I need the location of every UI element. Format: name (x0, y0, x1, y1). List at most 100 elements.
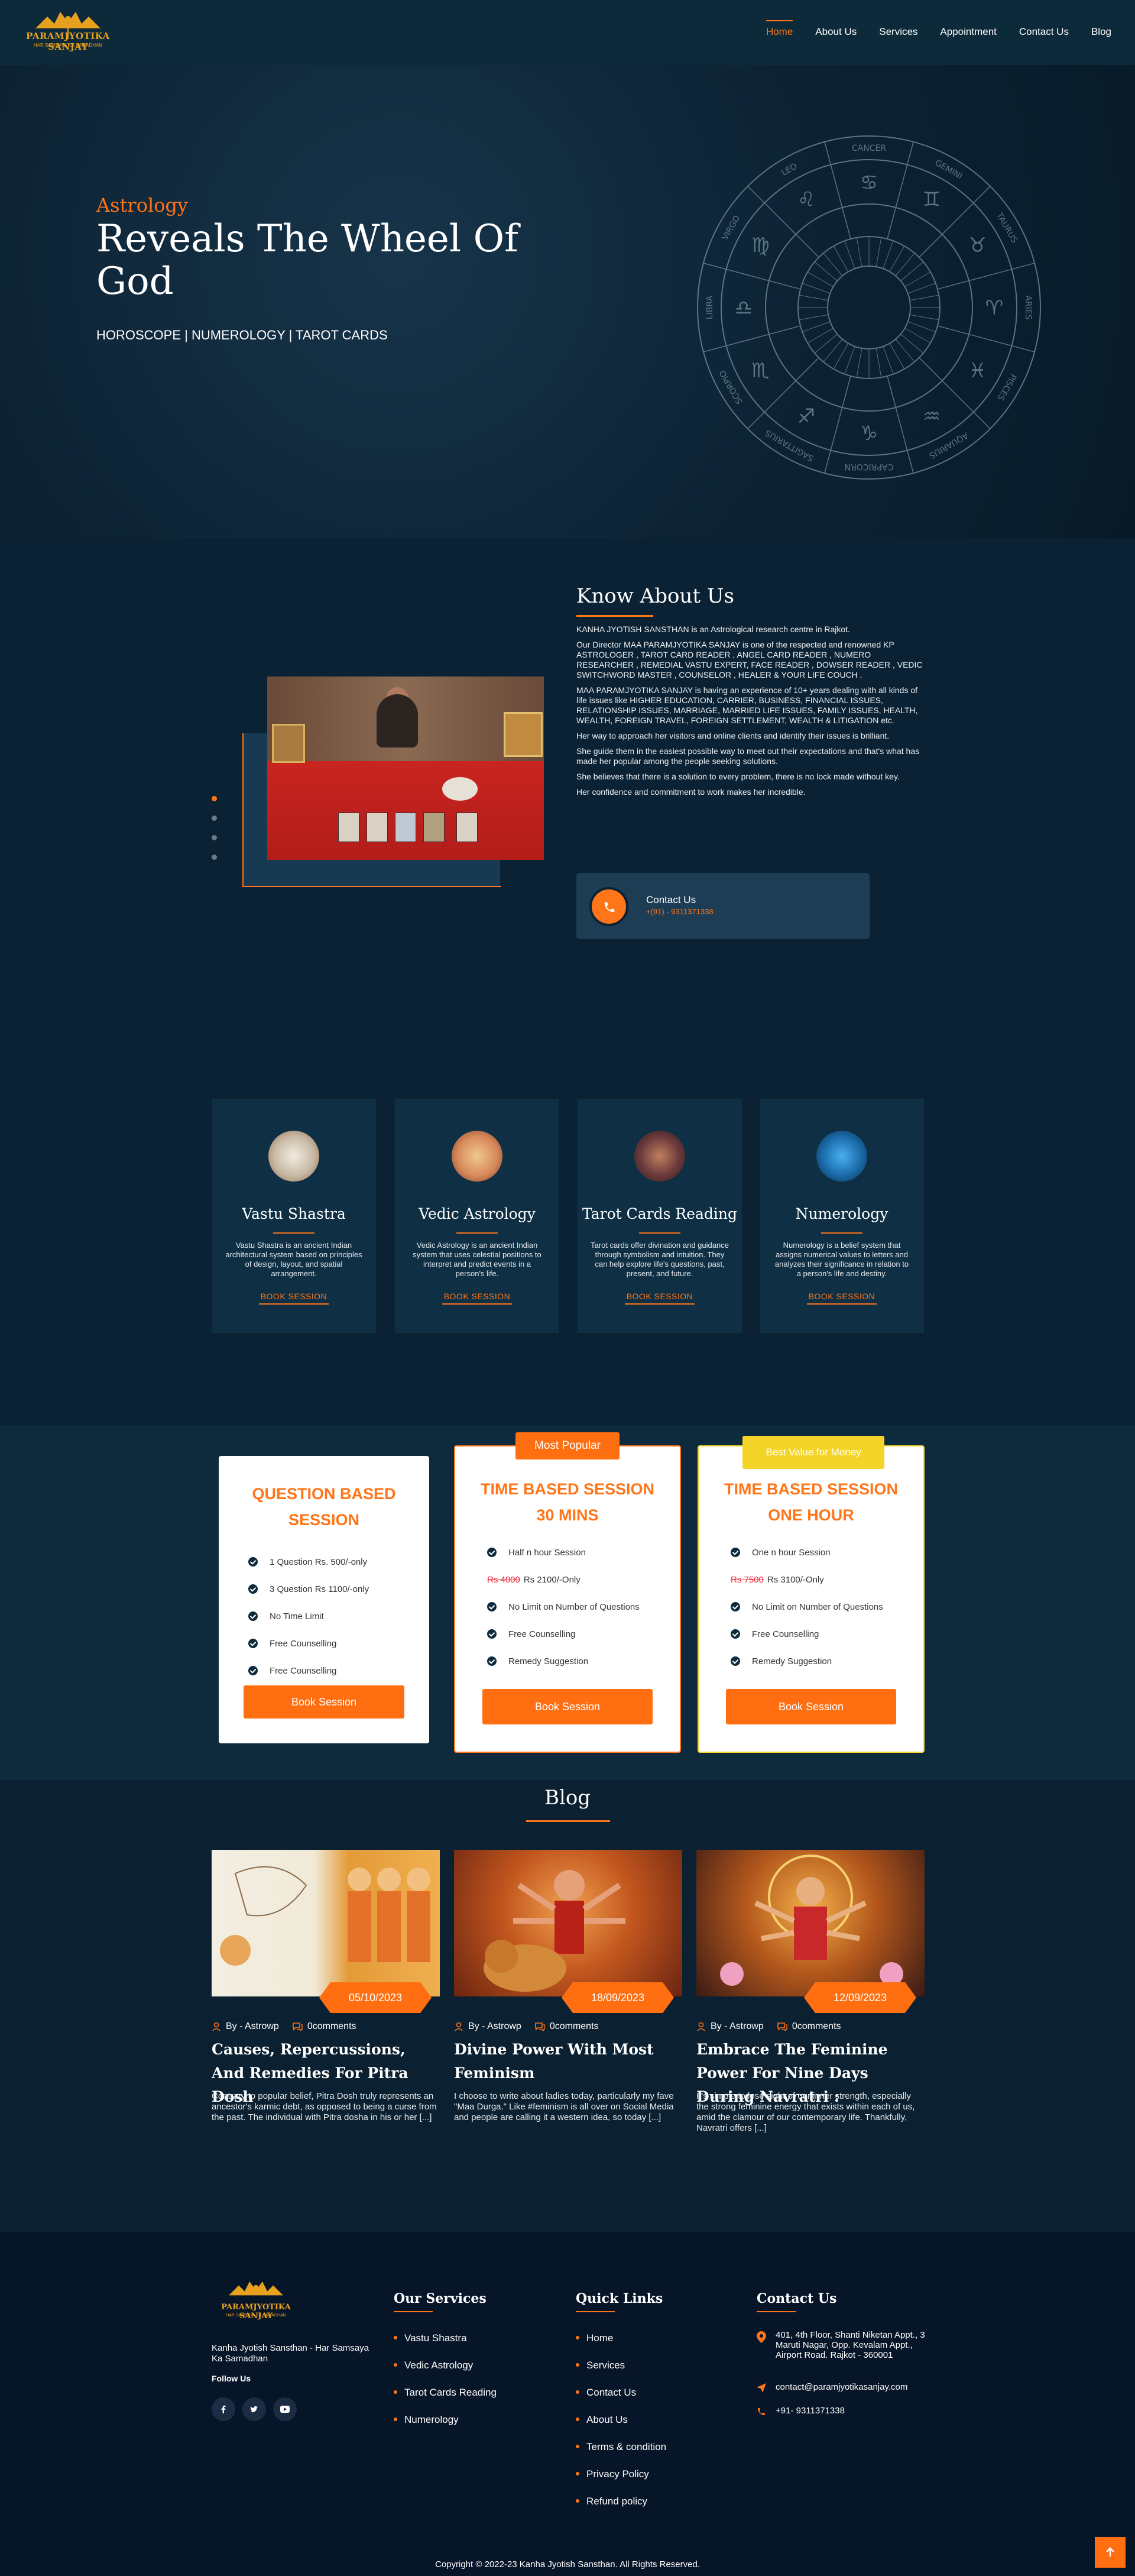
post-comments[interactable]: 0comments (550, 2021, 599, 2032)
feature-text: No Limit on Number of Questions (752, 1601, 883, 1612)
service-title: Tarot Cards Reading (582, 1205, 738, 1222)
phone-icon (758, 2408, 765, 2415)
book-session-link[interactable]: BOOK SESSION (395, 1292, 559, 1301)
zodiac-sign-label: LEO (780, 161, 799, 178)
feature-text: Remedy Suggestion (752, 1656, 832, 1666)
address-text: 401, 4th Floor, Shanti Niketan Appt., 3 … (776, 2330, 925, 2360)
book-session-button[interactable]: Book Session (726, 1689, 896, 1724)
wheel-spoke (887, 141, 914, 240)
tarot-cards-image (634, 1131, 685, 1182)
youtube-icon[interactable] (273, 2397, 297, 2421)
check-icon (487, 1602, 497, 1611)
nav-appointment[interactable]: Appointment (940, 26, 996, 38)
footer-link-about[interactable]: About Us (576, 2414, 666, 2441)
carousel-dot[interactable] (212, 815, 217, 821)
book-session-link[interactable]: BOOK SESSION (212, 1292, 376, 1301)
feature-item: No Time Limit (248, 1603, 369, 1630)
wheel-ray (799, 314, 829, 321)
feature-text: Rs 3100/-Only (767, 1574, 824, 1585)
title-underline (526, 1820, 610, 1822)
check-icon (248, 1557, 258, 1567)
post-author[interactable]: By - Astrowp (226, 2021, 279, 2032)
pricing-title: TIME BASED SESSION ONE HOUR (724, 1480, 899, 1524)
check-icon (487, 1656, 497, 1666)
footer-service-link[interactable]: Vastu Shastra (394, 2332, 497, 2360)
blog-title: Blog (544, 1786, 591, 1810)
title-underline (757, 2311, 796, 2312)
scroll-to-top-button[interactable] (1095, 2537, 1126, 2568)
feature-text: Free Counselling (270, 1638, 337, 1649)
footer-services-title: Our Services (394, 2291, 487, 2306)
contact-number[interactable]: +(91) - 9311371338 (646, 907, 714, 916)
zodiac-sign-label: AQUARIUS (928, 431, 969, 460)
carousel-dot[interactable] (212, 855, 217, 860)
contact-card[interactable]: Contact Us +(91) - 9311371338 (576, 873, 870, 939)
footer-link-contact[interactable]: Contact Us (576, 2387, 666, 2414)
post-author[interactable]: By - Astrowp (711, 2021, 764, 2032)
book-session-button[interactable]: Book Session (244, 1685, 404, 1719)
comments-icon (293, 2022, 303, 2031)
service-title-underline (273, 1232, 314, 1234)
check-icon (248, 1666, 258, 1675)
nav-home[interactable]: Home (766, 20, 793, 38)
zodiac-glyph-icon: ♍ (751, 234, 769, 257)
wheel-spoke (824, 376, 851, 474)
carousel-dot[interactable] (212, 796, 217, 801)
pricing-card-30min: TIME BASED SESSION 30 MINS Half n hour S… (454, 1445, 681, 1753)
footer-link-refund[interactable]: Refund policy (576, 2496, 666, 2523)
footer-link-terms[interactable]: Terms & condition (576, 2441, 666, 2468)
footer-phone[interactable]: +91- 9311371338 (757, 2406, 940, 2416)
feature-list: One n hour Session Rs 7500 Rs 3100/-Only … (731, 1539, 883, 1675)
footer-email[interactable]: contact@paramjyotikasanjay.com (757, 2382, 940, 2393)
zodiac-sign-label: ARIES (1023, 295, 1033, 319)
footer-link-services[interactable]: Services (576, 2360, 666, 2387)
carousel-dot[interactable] (212, 835, 217, 840)
zodiac-glyph-icon: ♉ (968, 234, 986, 257)
feature-item: Remedy Suggestion (731, 1648, 883, 1675)
hero-subtitle: HOROSCOPE | NUMEROLOGY | TAROT CARDS (96, 328, 388, 342)
director-photo (267, 677, 544, 860)
wheel-ray (909, 314, 939, 321)
post-excerpt: It's simple to lose sight of our inner s… (696, 2091, 915, 2133)
wheel-ray (907, 321, 936, 332)
post-comments[interactable]: 0comments (307, 2021, 356, 2032)
footer-link-home[interactable]: Home (576, 2332, 666, 2360)
nav-about-us[interactable]: About Us (815, 26, 857, 38)
old-price: Rs 7500 (731, 1574, 764, 1585)
post-excerpt: Contrary to popular belief, Pitra Dosh t… (212, 2091, 437, 2122)
book-session-link[interactable]: BOOK SESSION (578, 1292, 742, 1301)
footer-logo[interactable]: PARAMJYOTIKA SANJAY HAR SAMSAYA KA SAMAD… (212, 2276, 300, 2329)
twitter-icon[interactable] (242, 2397, 266, 2421)
book-session-link[interactable]: BOOK SESSION (760, 1292, 924, 1301)
about-paragraph: Her way to approach her visitors and onl… (576, 731, 890, 740)
post-meta: By - Astrowp 0comments (212, 2021, 356, 2032)
feature-text: Half n hour Session (508, 1547, 586, 1558)
footer-service-link[interactable]: Tarot Cards Reading (394, 2387, 497, 2414)
book-session-button[interactable]: Book Session (482, 1689, 653, 1724)
feature-item: Rs 4000 Rs 2100/-Only (487, 1566, 640, 1593)
wheel-ray (856, 237, 862, 267)
logo-emblem (229, 2281, 283, 2296)
facebook-icon[interactable] (212, 2397, 235, 2421)
footer-service-link[interactable]: Numerology (394, 2414, 497, 2441)
feature-list: Half n hour Session Rs 4000 Rs 2100/-Only… (487, 1539, 640, 1675)
email-text[interactable]: contact@paramjyotikasanjay.com (776, 2382, 907, 2392)
footer-service-link[interactable]: Vedic Astrology (394, 2360, 497, 2387)
nav-services[interactable]: Services (879, 26, 917, 38)
post-author[interactable]: By - Astrowp (468, 2021, 521, 2032)
about-text: KANHA JYOTISH SANSTHAN is an Astrologica… (576, 624, 925, 802)
post-comments[interactable]: 0comments (792, 2021, 841, 2032)
pricing-title: TIME BASED SESSION 30 MINS (480, 1480, 655, 1524)
phone-text[interactable]: +91- 9311371338 (776, 2406, 845, 2416)
service-title: Vastu Shastra (242, 1205, 346, 1222)
footer-link-privacy[interactable]: Privacy Policy (576, 2468, 666, 2496)
nav-blog[interactable]: Blog (1091, 26, 1111, 38)
brand-name: PARAMJYOTIKA SANJAY (26, 31, 110, 52)
post-title[interactable]: Divine Power With Most Feminism (454, 2038, 682, 2085)
footer-services-list: Vastu Shastra Vedic Astrology Tarot Card… (394, 2332, 497, 2441)
check-icon (487, 1629, 497, 1639)
nav-contact-us[interactable]: Contact Us (1019, 26, 1069, 38)
feature-item: One n hour Session (731, 1539, 883, 1566)
brand-logo[interactable]: PARAMJYOTIKA SANJAY HAR SAMSAYA KA SAMAD… (18, 5, 118, 64)
feature-item: Free Counselling (487, 1620, 640, 1648)
